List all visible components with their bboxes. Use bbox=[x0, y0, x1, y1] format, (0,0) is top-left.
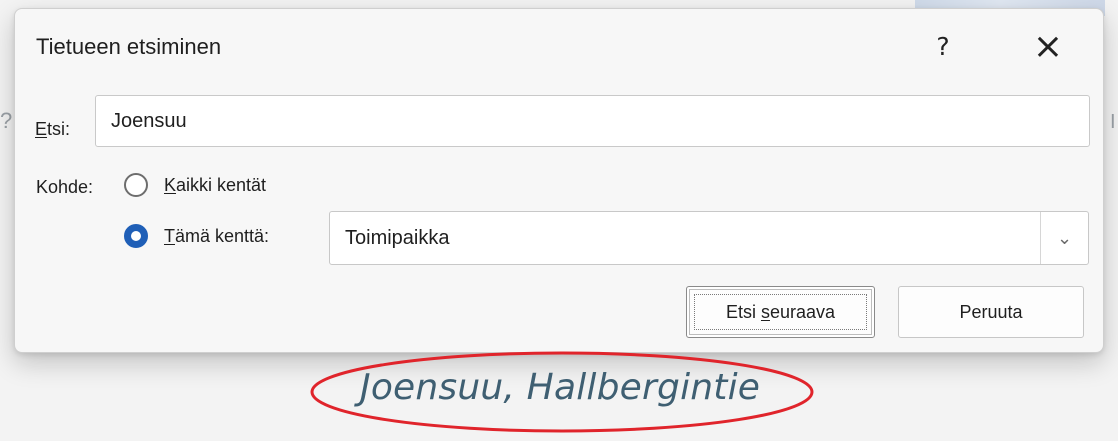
find-next-label-mnemonic: s bbox=[760, 301, 770, 322]
cancel-button[interactable]: Peruuta bbox=[898, 286, 1084, 338]
search-input[interactable] bbox=[95, 95, 1090, 147]
background-left-character: ? bbox=[0, 108, 13, 133]
all-fields-label-rest: aikki kentät bbox=[176, 175, 267, 195]
search-label: Etsi: bbox=[35, 117, 70, 141]
close-icon: × bbox=[1032, 26, 1064, 67]
this-field-label-rest: ämä kenttä: bbox=[175, 226, 270, 246]
field-select-value: Toimipaikka bbox=[345, 227, 450, 249]
dialog-title: Tietueen etsiminen bbox=[36, 34, 222, 59]
find-next-label-suffix: euraava bbox=[769, 301, 836, 322]
background-right-character: I bbox=[1110, 111, 1116, 133]
all-fields-label-mnemonic: K bbox=[164, 175, 177, 195]
search-label-rest: tsi: bbox=[47, 119, 71, 139]
highlighted-result-annotation: Joensuu, Hallbergintie bbox=[307, 347, 817, 437]
all-fields-label: Kaikki kentät bbox=[164, 173, 266, 197]
cancel-label: Peruuta bbox=[959, 301, 1023, 322]
find-record-dialog: Tietueen etsiminen ? × Etsi: Kohde: Kaik… bbox=[14, 8, 1104, 353]
field-select-dropdown-button[interactable]: ⌄ bbox=[1040, 212, 1088, 264]
all-fields-radio[interactable] bbox=[124, 173, 148, 197]
find-next-button[interactable]: Etsi seuraava bbox=[686, 286, 875, 338]
dialog-titlebar: Tietueen etsiminen ? × bbox=[15, 9, 1103, 85]
field-select[interactable]: Toimipaikka ⌄ bbox=[329, 211, 1089, 265]
all-fields-option[interactable]: Kaikki kentät bbox=[124, 173, 266, 197]
this-field-label-mnemonic: T bbox=[164, 226, 175, 246]
find-next-label-prefix: Etsi bbox=[725, 301, 761, 322]
this-field-option[interactable]: Tämä kenttä: bbox=[124, 224, 269, 248]
this-field-label: Tämä kenttä: bbox=[164, 224, 269, 248]
help-icon: ? bbox=[936, 32, 950, 61]
search-label-mnemonic: E bbox=[35, 119, 48, 139]
highlighted-result-text: Joensuu, Hallbergintie bbox=[360, 367, 761, 408]
close-button[interactable]: × bbox=[1024, 26, 1072, 68]
target-label: Kohde: bbox=[36, 177, 94, 197]
help-button[interactable]: ? bbox=[923, 27, 963, 67]
this-field-radio[interactable] bbox=[124, 224, 148, 248]
chevron-down-icon: ⌄ bbox=[1056, 227, 1073, 248]
